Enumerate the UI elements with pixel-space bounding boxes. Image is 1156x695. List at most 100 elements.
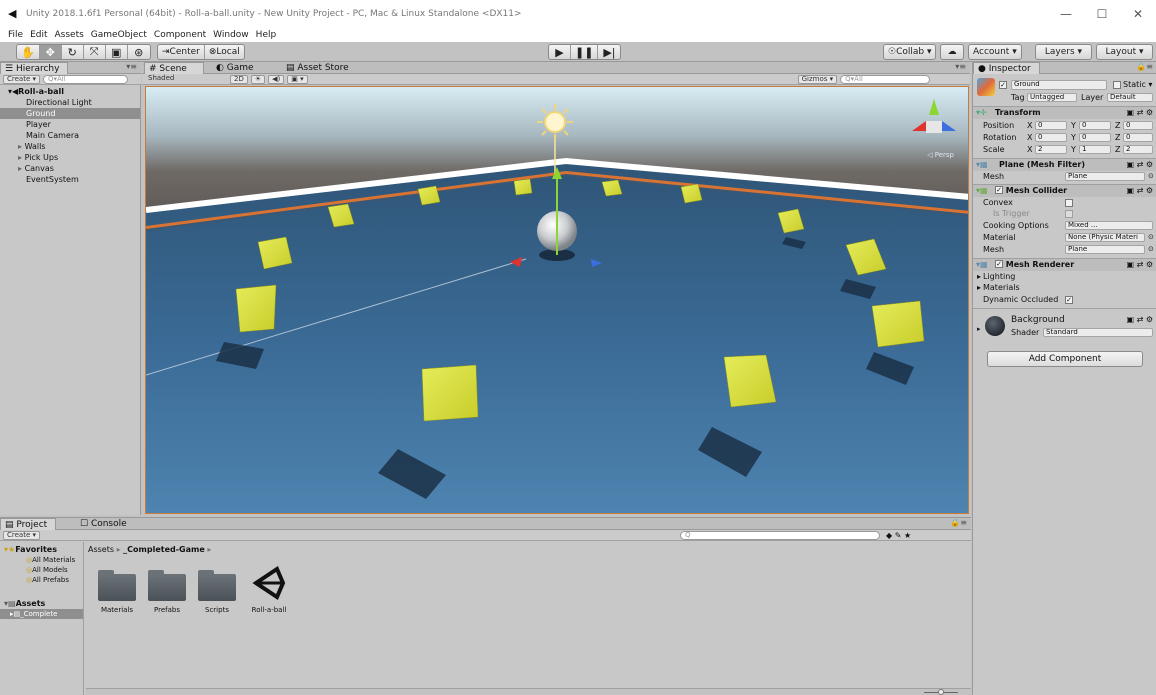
rotation-z-field[interactable]: 0 <box>1123 133 1153 142</box>
transform-tool-button[interactable]: ⊛ <box>128 45 150 59</box>
scale-tool-button[interactable]: ⤧ <box>84 45 106 59</box>
cloud-button[interactable]: ☁ <box>941 45 963 59</box>
mesh-collider-header[interactable]: ▾▦ ✓ Mesh Collider ▣ ⇄ ⚙ <box>973 184 1156 197</box>
tab-console[interactable]: ☐ Console <box>76 518 135 530</box>
assets-root-row[interactable]: ▾▤Assets <box>4 599 45 608</box>
menu-help[interactable]: Help <box>256 30 277 40</box>
expand-arrow-icon[interactable]: ▸ <box>18 164 22 173</box>
component-settings-icon[interactable]: ▣ ⇄ ⚙ <box>1126 185 1153 197</box>
tab-game[interactable]: ◐ Game <box>212 62 262 74</box>
is-trigger-checkbox[interactable] <box>1065 210 1073 218</box>
prefabs-folder-icon[interactable] <box>148 570 186 601</box>
component-settings-icon[interactable]: ▣ ⇄ ⚙ <box>1126 315 1153 324</box>
tab-inspector[interactable]: ● Inspector <box>973 62 1040 74</box>
project-create-button[interactable]: Create ▾ <box>3 530 40 540</box>
effects-toggle[interactable]: ▣ ▾ <box>287 74 308 84</box>
mesh-renderer-enabled-checkbox[interactable]: ✓ <box>995 259 1003 268</box>
tab-asset-store[interactable]: ▤ Asset Store <box>282 62 357 74</box>
add-component-button[interactable]: Add Component <box>987 351 1143 367</box>
favorite-all-models[interactable]: ◎All Models <box>26 566 68 574</box>
breadcrumb-current-folder[interactable]: _Completed-Game <box>123 545 205 554</box>
tab-scene[interactable]: # Scene <box>144 62 204 74</box>
layers-button[interactable]: Layers ▾ <box>1036 45 1091 59</box>
hierarchy-create-button[interactable]: Create ▾ <box>3 74 40 84</box>
project-search-input[interactable]: Q <box>680 530 880 540</box>
menu-window[interactable]: Window <box>213 30 249 40</box>
hierarchy-item-ground[interactable]: Ground <box>0 108 140 119</box>
unity-scene-asset-icon[interactable] <box>250 564 288 602</box>
hierarchy-item-walls[interactable]: ▸ Walls <box>0 141 140 152</box>
static-checkbox[interactable] <box>1113 81 1121 89</box>
hierarchy-item-eventsystem[interactable]: EventSystem <box>0 174 140 185</box>
tag-dropdown[interactable]: Untagged <box>1027 93 1077 102</box>
breadcrumb-assets[interactable]: Assets <box>88 545 114 554</box>
cooking-options-dropdown[interactable]: Mixed ... <box>1065 221 1153 230</box>
favorite-all-prefabs[interactable]: ◎All Prefabs <box>26 576 69 584</box>
transform-header[interactable]: ▾✢ Transform ▣ ⇄ ⚙ <box>973 106 1156 119</box>
filter-icons[interactable]: ◆ ✎ ★ <box>886 531 911 540</box>
tab-project[interactable]: ▤ Project <box>0 518 57 530</box>
shading-mode-dropdown[interactable]: Shaded <box>145 74 227 84</box>
scale-z-field[interactable]: 2 <box>1123 145 1153 154</box>
object-picker-icon[interactable]: ⊙ <box>1148 171 1154 182</box>
position-x-field[interactable]: 0 <box>1035 121 1067 130</box>
expand-arrow-icon[interactable]: ▸ <box>18 153 22 162</box>
hierarchy-search-input[interactable]: Q▾All <box>43 74 128 84</box>
menu-assets[interactable]: Assets <box>55 30 84 40</box>
lighting-foldout[interactable]: ▸ Lighting <box>973 271 1156 282</box>
scripts-folder-icon[interactable] <box>198 570 236 601</box>
hierarchy-item-main-camera[interactable]: Main Camera <box>0 130 140 141</box>
menu-component[interactable]: Component <box>154 30 206 40</box>
gizmos-dropdown[interactable]: Gizmos ▾ <box>797 74 838 84</box>
collab-button[interactable]: ☉ Collab ▾ <box>884 45 935 59</box>
shader-dropdown[interactable]: Standard <box>1043 328 1153 337</box>
hand-tool-button[interactable]: ✋ <box>17 45 40 59</box>
mesh-filter-header[interactable]: ▾▦ Plane (Mesh Filter) ▣ ⇄ ⚙ <box>973 158 1156 171</box>
object-picker-icon[interactable]: ⊙ <box>1148 244 1154 255</box>
pivot-center-button[interactable]: ⇥ Center <box>158 45 205 59</box>
step-button[interactable]: ▶| <box>598 45 620 59</box>
lock-icon[interactable]: 🔒≡ <box>1136 62 1153 71</box>
foldout-arrow-icon[interactable]: ▸ <box>977 325 981 333</box>
move-tool-button[interactable]: ✥ <box>39 45 62 59</box>
minimize-button[interactable]: — <box>1048 0 1084 28</box>
rotation-x-field[interactable]: 0 <box>1035 133 1067 142</box>
play-button[interactable]: ▶ <box>549 45 571 59</box>
static-dropdown[interactable]: Static ▾ <box>1123 80 1152 89</box>
account-button[interactable]: Account ▾ <box>969 45 1021 59</box>
materials-folder-icon[interactable] <box>98 570 136 601</box>
collider-mesh-field[interactable]: Plane <box>1065 245 1145 254</box>
mesh-collider-enabled-checkbox[interactable]: ✓ <box>995 185 1003 194</box>
object-name-field[interactable]: Ground <box>1011 80 1107 90</box>
favorite-all-materials[interactable]: ◎All Materials <box>26 556 75 564</box>
perspective-label[interactable]: ◁ Persp <box>927 151 954 159</box>
panel-menu-icon[interactable]: ▾≡ <box>955 62 966 71</box>
lighting-toggle[interactable]: ☀ <box>250 74 266 84</box>
mode-2d-toggle[interactable]: 2D <box>230 74 248 84</box>
pause-button[interactable]: ❚❚ <box>571 45 599 59</box>
mesh-renderer-header[interactable]: ▾▦ ✓ Mesh Renderer ▣ ⇄ ⚙ <box>973 258 1156 271</box>
expand-arrow-icon[interactable]: ▸ <box>18 142 22 151</box>
audio-toggle[interactable]: ◀) <box>268 74 285 84</box>
tab-hierarchy[interactable]: ☰ Hierarchy <box>0 62 69 74</box>
assets-completed-folder[interactable]: ▸▤_Complete <box>0 609 83 619</box>
scene-root-row[interactable]: ▾◀Roll-a-ball <box>0 86 140 97</box>
menu-gameobject[interactable]: GameObject <box>91 30 147 40</box>
object-picker-icon[interactable]: ⊙ <box>1148 232 1154 243</box>
rotation-y-field[interactable]: 0 <box>1079 133 1111 142</box>
rect-tool-button[interactable]: ▣ <box>106 45 128 59</box>
hierarchy-item-directional-light[interactable]: Directional Light <box>0 97 140 108</box>
menu-file[interactable]: File <box>8 30 23 40</box>
scene-search-input[interactable]: Q▾All <box>840 74 931 84</box>
panel-menu-icon[interactable]: 🔒≡ <box>950 518 967 527</box>
mesh-filter-mesh-field[interactable]: Plane <box>1065 172 1145 181</box>
close-button[interactable]: ✕ <box>1120 0 1156 28</box>
scale-y-field[interactable]: 1 <box>1079 145 1111 154</box>
menu-edit[interactable]: Edit <box>30 30 47 40</box>
scale-x-field[interactable]: 2 <box>1035 145 1067 154</box>
materials-foldout[interactable]: ▸ Materials <box>973 282 1156 293</box>
hierarchy-item-canvas[interactable]: ▸ Canvas <box>0 163 140 174</box>
hierarchy-item-pick-ups[interactable]: ▸ Pick Ups <box>0 152 140 163</box>
hierarchy-item-player[interactable]: Player <box>0 119 140 130</box>
zoom-slider-handle[interactable] <box>938 689 944 695</box>
